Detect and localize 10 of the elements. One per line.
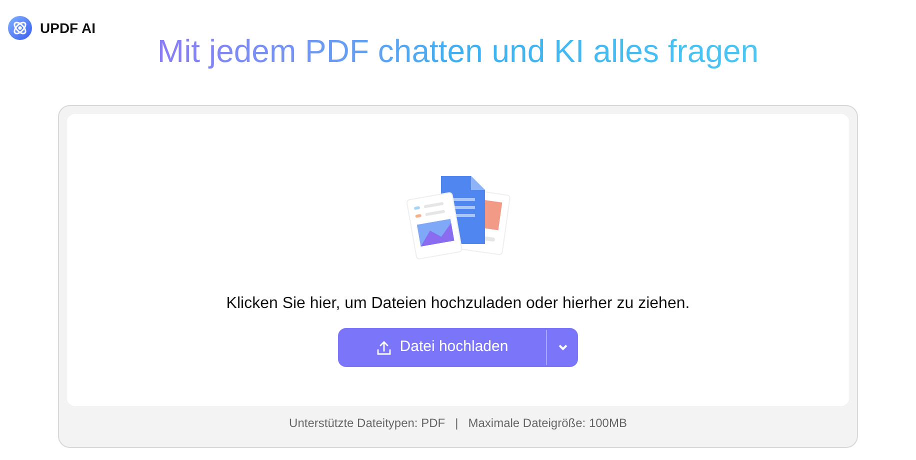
upload-prompt: Klicken Sie hier, um Dateien hochzuladen oder hierher zu ziehen. bbox=[226, 294, 690, 314]
brand-name: UPDF AI bbox=[40, 18, 96, 38]
upload-icon bbox=[376, 340, 392, 356]
separator: | bbox=[455, 414, 458, 432]
footer-text: Maximale Dateigröße: 100MB bbox=[468, 414, 627, 432]
chevron-down-icon bbox=[558, 344, 568, 351]
footer-text: Unterstützte Dateitypen: PDF bbox=[289, 414, 446, 432]
upload-button[interactable]: Datei hochladen bbox=[338, 328, 546, 367]
drop-zone[interactable]: Klicken Sie hier, um Dateien hochzuladen oder hierher zu ziehen. Datei hochladen bbox=[67, 114, 849, 406]
logo-icon bbox=[8, 16, 32, 40]
